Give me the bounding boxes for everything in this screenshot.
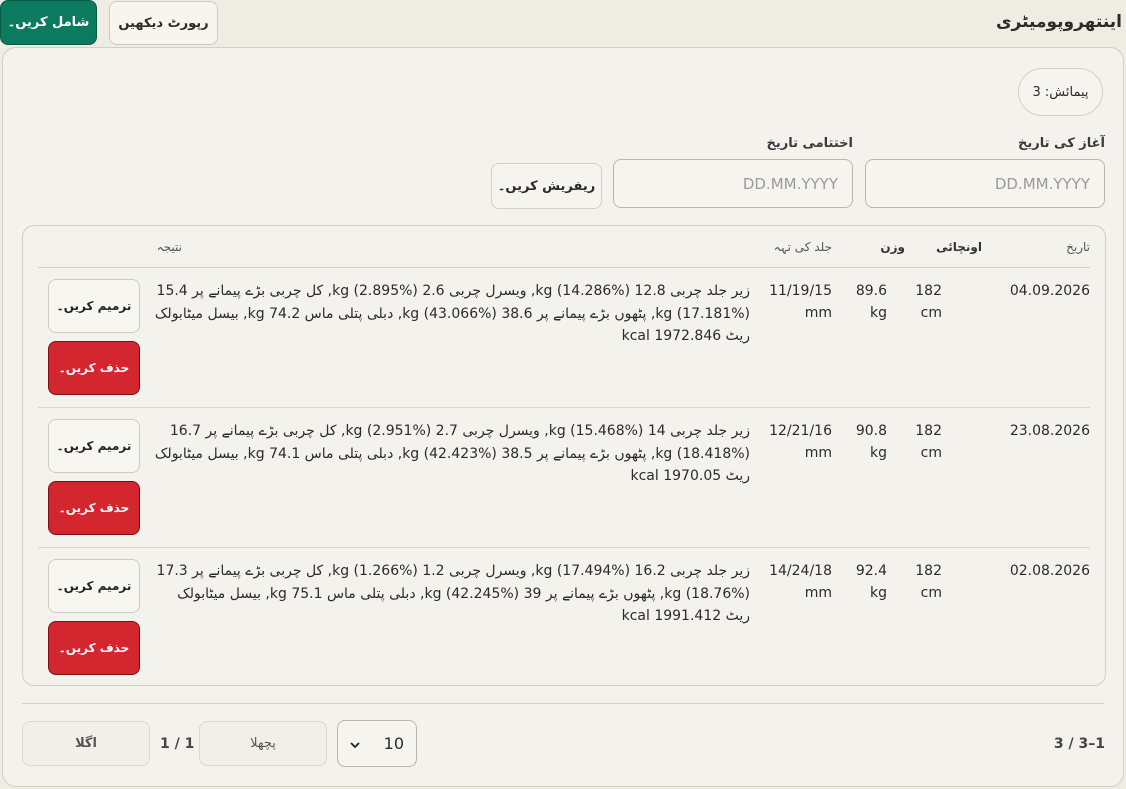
header-weight: وزن	[880, 240, 905, 254]
view-report-button[interactable]: رپورٹ دیکھیں	[109, 1, 218, 45]
footer-divider	[22, 703, 1104, 704]
delete-button[interactable]: حذف کریں۔	[48, 621, 140, 675]
end-date-input[interactable]	[613, 159, 853, 208]
row-skinfold: 14/24/18 mm	[769, 563, 832, 601]
table-row: 23.08.2026 182 cm 90.8 kg 12/21/16 mm زیر ج…	[38, 408, 1090, 548]
app-header: اینتھروپومیٹری شامل کریں۔ رپورٹ دیکھیں	[0, 0, 1126, 46]
row-weight: 90.8 kg	[855, 423, 887, 461]
row-skinfold: 11/19/15 mm	[769, 283, 832, 321]
row-weight: 92.4 kg	[855, 563, 887, 601]
row-height: 182 cm	[915, 563, 942, 601]
row-result: زیر جلد چربی 16.2 kg (17.494%), ویسرل چر…	[156, 563, 750, 624]
header-date: تاریخ	[1066, 240, 1090, 254]
header-result: نتیجہ	[156, 240, 182, 254]
edit-button[interactable]: ترمیم کریں۔	[48, 279, 140, 333]
chevron-down-icon	[350, 734, 360, 753]
delete-button[interactable]: حذف کریں۔	[48, 341, 140, 395]
table-row: 02.08.2026 182 cm 92.4 kg 14/24/18 mm زیر ج…	[38, 548, 1090, 685]
table-row: 04.09.2026 182 cm 89.6 kg 11/19/15 mm زیر ج…	[38, 268, 1090, 408]
header-skinfold: جلد کی تہہ	[773, 240, 832, 254]
add-button[interactable]: شامل کریں۔	[0, 0, 97, 45]
measurement-count-badge: پیمائش: 3	[1018, 68, 1103, 116]
measurements-table: تاریخ اونچائی وزن جلد کی تہہ نتیجہ 04.09…	[22, 225, 1106, 686]
page-indicator: 1 / 1	[160, 736, 195, 752]
row-date: 02.08.2026	[1009, 563, 1090, 579]
delete-button[interactable]: حذف کریں۔	[48, 481, 140, 535]
start-date-input[interactable]	[865, 159, 1105, 208]
page-size-value: 10	[383, 734, 404, 753]
previous-page-button[interactable]: پچھلا	[199, 721, 327, 766]
row-result: زیر جلد چربی 14 kg (15.468%), ویسرل چربی…	[154, 423, 750, 484]
page-title: اینتھروپومیٹری	[995, 12, 1122, 32]
range-indicator: 1–3 / 3	[1053, 736, 1105, 752]
row-height: 182 cm	[915, 423, 942, 461]
start-date-label: آغاز کی تاریخ	[1018, 136, 1105, 151]
row-skinfold: 12/21/16 mm	[769, 423, 832, 461]
edit-button[interactable]: ترمیم کریں۔	[48, 419, 140, 473]
row-height: 182 cm	[915, 283, 942, 321]
main-panel: پیمائش: 3 آغاز کی تاریخ اختتامی تاریخ ری…	[2, 47, 1124, 787]
row-date: 23.08.2026	[1009, 423, 1090, 439]
table-header: تاریخ اونچائی وزن جلد کی تہہ نتیجہ	[38, 226, 1090, 268]
page-size-select[interactable]: 10	[337, 720, 417, 767]
next-page-button[interactable]: اگلا	[22, 721, 150, 766]
row-result: زیر جلد چربی 12.8 kg (14.286%), ویسرل چر…	[154, 283, 750, 344]
end-date-label: اختتامی تاریخ	[766, 136, 853, 151]
header-height: اونچائی	[936, 240, 982, 254]
row-weight: 89.6 kg	[855, 283, 887, 321]
refresh-button[interactable]: ریفریش کریں۔	[491, 163, 602, 209]
row-date: 04.09.2026	[1009, 283, 1090, 299]
edit-button[interactable]: ترمیم کریں۔	[48, 559, 140, 613]
